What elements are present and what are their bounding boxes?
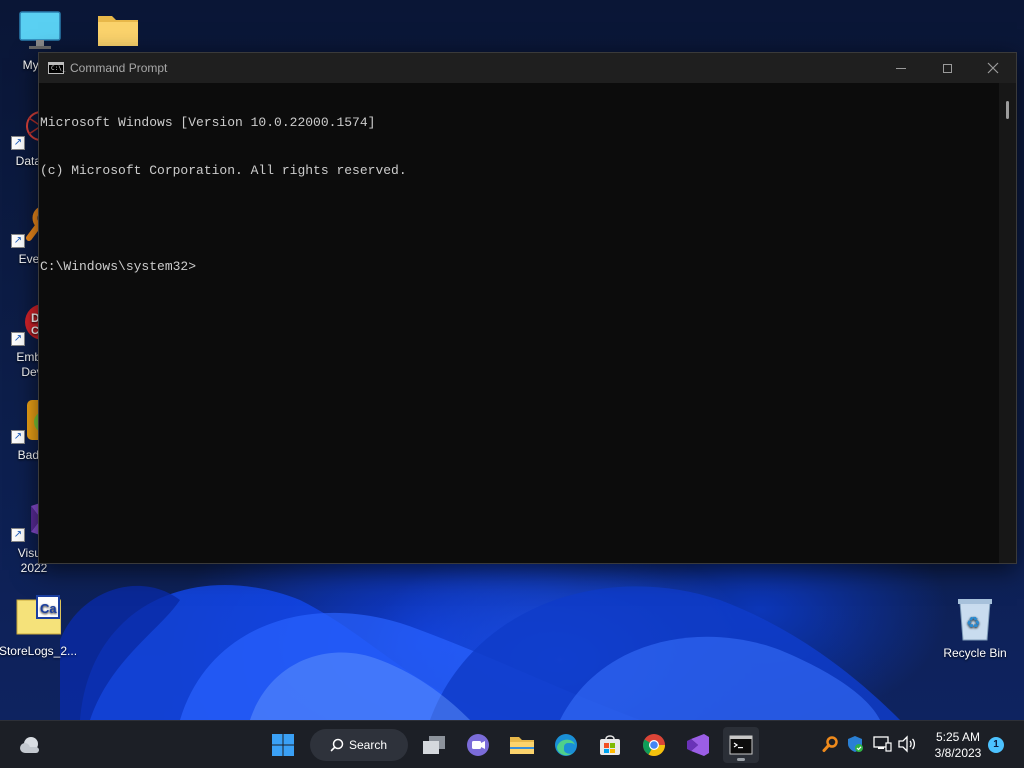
start-button[interactable]: [265, 727, 301, 763]
weather-widget[interactable]: [12, 727, 48, 763]
command-prompt-window[interactable]: C:\_ Command Prompt Microsoft Windows [V…: [38, 52, 1017, 564]
tray-windows-security[interactable]: [844, 733, 866, 755]
desktop-icon-storelogs[interactable]: Ca StoreLogs_2...: [0, 594, 78, 659]
taskbar-clock[interactable]: 5:25 AM 3/8/2023: [925, 729, 991, 761]
window-titlebar[interactable]: C:\_ Command Prompt: [39, 53, 1016, 83]
close-icon: [987, 62, 999, 74]
command-prompt-icon: C:\_: [48, 62, 66, 74]
shortcut-arrow-icon: ↗: [11, 332, 25, 346]
shortcut-arrow-icon: ↗: [11, 430, 25, 444]
minimize-button[interactable]: [878, 53, 924, 83]
desktop-icon-label: StoreLogs_2...: [0, 644, 78, 658]
desktop-icon-folder[interactable]: [78, 8, 158, 58]
command-prompt-icon: [729, 735, 753, 755]
taskbar-app-file-explorer[interactable]: [504, 727, 540, 763]
taskbar-search[interactable]: Search: [310, 729, 408, 761]
console-output[interactable]: Microsoft Windows [Version 10.0.22000.15…: [39, 83, 1001, 563]
tray-everything[interactable]: [819, 733, 841, 755]
taskbar-app-teams[interactable]: [460, 727, 496, 763]
notification-badge[interactable]: 1: [988, 737, 1004, 753]
console-prompt-line: C:\Windows\system32>: [40, 259, 197, 274]
taskbar-app-chrome[interactable]: [636, 727, 672, 763]
minimize-icon: [896, 67, 906, 69]
shield-icon: [848, 736, 863, 752]
tray-network[interactable]: [871, 733, 893, 755]
taskbar-app-store[interactable]: [592, 727, 628, 763]
svg-text:♻: ♻: [966, 613, 980, 632]
shortcut-arrow-icon: ↗: [11, 234, 25, 248]
cloud-icon: [20, 737, 39, 753]
vertical-scrollbar[interactable]: [999, 83, 1016, 563]
desktop-icon-recycle-bin[interactable]: ♻ Recycle Bin: [935, 596, 1015, 661]
command-prompt-icon-text: C:\_: [51, 65, 66, 72]
shortcut-arrow-icon: ↗: [11, 136, 25, 150]
taskbar: Search 5:25 AM 3/8/2023 1: [0, 720, 1024, 768]
clock-date: 3/8/2023: [934, 746, 982, 760]
recycle-bin-icon: ♻: [952, 596, 998, 642]
svg-text:Ca: Ca: [40, 601, 57, 616]
maximize-button[interactable]: [924, 53, 970, 83]
search-label: Search: [349, 738, 388, 752]
running-app-indicator: [737, 758, 745, 761]
volume-icon: [898, 735, 916, 753]
storelogs-icon: Ca: [15, 594, 62, 640]
monitor-icon: [17, 8, 63, 54]
taskbar-app-visual-studio[interactable]: [680, 727, 716, 763]
tray-volume[interactable]: [896, 733, 918, 755]
network-icon: [873, 736, 892, 752]
clock-time: 5:25 AM: [935, 730, 981, 744]
visual-studio-icon: [687, 734, 709, 756]
shortcut-arrow-icon: ↗: [11, 528, 25, 542]
folder-icon: [95, 8, 141, 54]
task-view-icon: [423, 736, 445, 754]
task-view-button[interactable]: [416, 727, 452, 763]
maximize-icon: [942, 63, 952, 73]
windows-logo-icon: [272, 734, 294, 756]
console-line: Microsoft Windows [Version 10.0.22000.15…: [40, 115, 376, 130]
edge-icon: [555, 734, 577, 756]
teams-icon: [467, 734, 489, 756]
close-button[interactable]: [970, 53, 1016, 83]
taskbar-app-edge[interactable]: [548, 727, 584, 763]
desktop-icon-label: Recycle Bin: [943, 646, 1007, 660]
file-explorer-icon: [510, 737, 534, 754]
window-title: Command Prompt: [70, 61, 168, 75]
console-line: (c) Microsoft Corporation. All rights re…: [40, 163, 407, 178]
chrome-icon: [643, 734, 665, 756]
scrollbar-thumb[interactable]: [1006, 101, 1009, 119]
everything-search-icon: [822, 736, 838, 752]
search-icon: [330, 738, 344, 752]
store-icon: [600, 735, 620, 755]
